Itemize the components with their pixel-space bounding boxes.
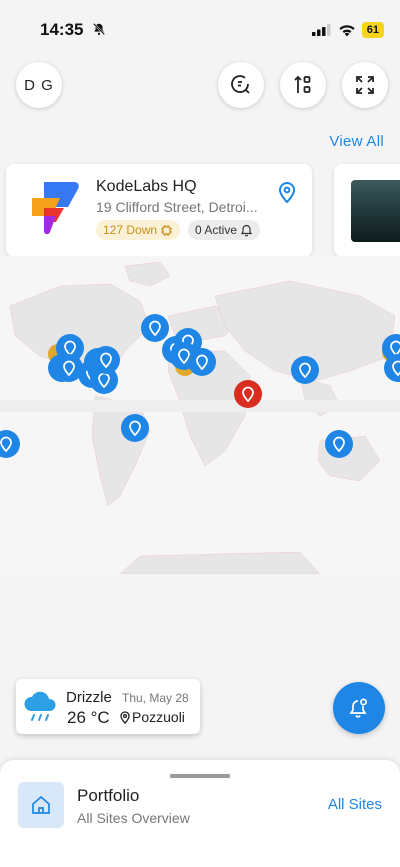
weather-date: Thu, May 28	[122, 691, 189, 705]
world-map[interactable]	[0, 256, 400, 574]
map-pin[interactable]	[291, 356, 319, 384]
bell-off-icon	[93, 23, 105, 35]
status-icons: 61	[311, 22, 384, 38]
map-pin[interactable]	[92, 346, 120, 374]
status-time: 14:35	[40, 20, 84, 39]
all-sites-link[interactable]: All Sites	[328, 796, 382, 813]
down-status-badge: 127 Down	[96, 220, 181, 240]
portfolio-title: Portfolio	[77, 786, 140, 805]
user-avatar-button[interactable]: D G	[16, 62, 62, 108]
location-pin-icon	[120, 710, 130, 724]
kodelabs-logo	[32, 182, 79, 235]
cellular-signal-icon	[311, 24, 331, 36]
view-all-link[interactable]: View All	[329, 133, 384, 150]
active-status-badge: 0 Active	[188, 220, 261, 240]
history-search-icon	[231, 75, 250, 94]
bell-icon	[240, 224, 253, 236]
map-pin[interactable]	[141, 314, 169, 342]
site-card[interactable]: KodeLabs HQ 19 Clifford Street, Detroi..…	[6, 164, 312, 257]
wifi-icon	[339, 24, 355, 36]
weather-widget[interactable]: Drizzle 26 °C Thu, May 28 Pozzuoli	[16, 679, 200, 734]
weather-location-name: Pozzuoli	[132, 709, 185, 725]
location-pin-icon[interactable]	[278, 182, 296, 204]
sort-button[interactable]	[280, 62, 326, 108]
site-title: KodeLabs HQ	[96, 178, 197, 195]
map-pin[interactable]	[121, 414, 149, 442]
rain-cloud-icon	[24, 691, 56, 721]
weather-temperature: 26 °C	[67, 708, 110, 727]
fullscreen-button[interactable]	[342, 62, 388, 108]
home-icon	[32, 795, 50, 814]
portfolio-tile	[18, 782, 64, 828]
site-card-next[interactable]	[334, 164, 400, 257]
sheet-drag-handle[interactable]	[170, 774, 230, 778]
bottom-sheet[interactable]: Portfolio All Sites Overview All Sites	[0, 760, 400, 867]
alarms-button[interactable]	[333, 682, 385, 734]
down-count: 127 Down	[103, 223, 158, 237]
history-search-button[interactable]	[218, 62, 264, 108]
battery-level: 61	[361, 22, 384, 38]
bell-alert-icon	[349, 698, 367, 718]
weather-location: Pozzuoli	[120, 709, 185, 725]
weather-condition: Drizzle	[66, 689, 112, 706]
active-count: 0 Active	[195, 223, 238, 237]
site-thumbnail	[351, 180, 400, 242]
expand-icon	[356, 76, 374, 94]
portfolio-subtitle: All Sites Overview	[77, 810, 190, 826]
chip-icon	[161, 224, 173, 236]
map-pin[interactable]	[325, 430, 353, 458]
sort-icon	[294, 75, 311, 93]
alert-map-pin[interactable]	[234, 380, 262, 408]
site-address: 19 Clifford Street, Detroi...	[96, 199, 258, 215]
map-pin[interactable]	[188, 348, 216, 376]
